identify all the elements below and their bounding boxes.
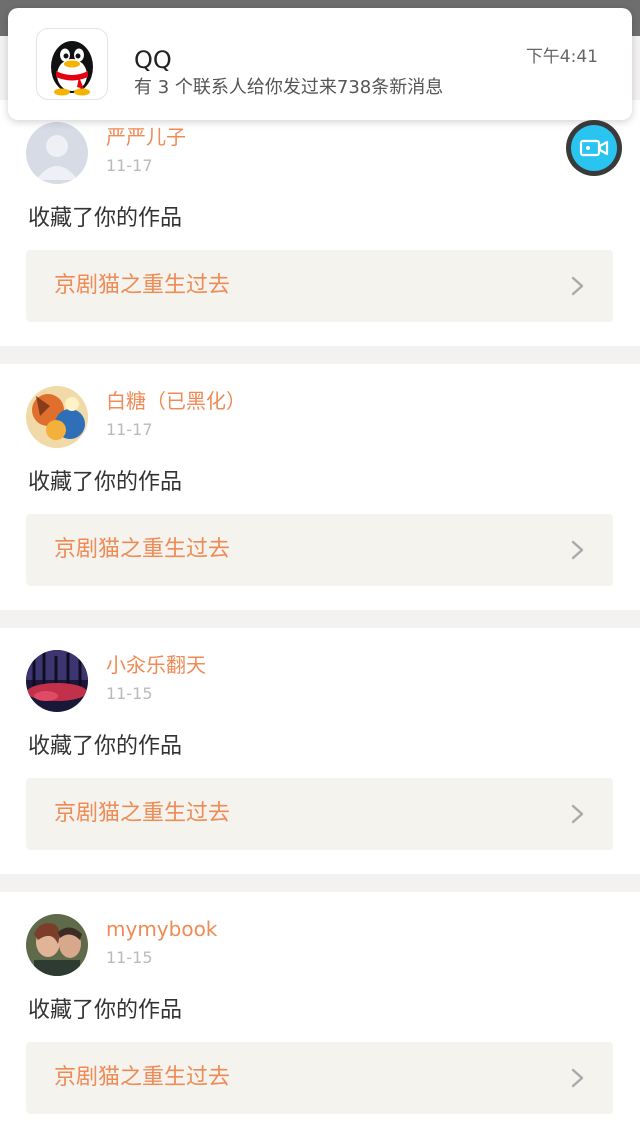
chevron-right-icon [571,540,584,560]
action-text: 收藏了你的作品 [28,206,183,231]
forest-avatar[interactable] [26,650,88,712]
feed-item: 严严儿子 11-17 收藏了你的作品 京剧猫之重生过去 [0,100,640,346]
user-name[interactable]: mymybook [106,916,217,942]
video-camera-icon [571,125,617,171]
action-text: 收藏了你的作品 [28,470,183,495]
post-date: 11-17 [106,420,153,439]
work-link[interactable]: 京剧猫之重生过去 [26,778,613,850]
action-text: 收藏了你的作品 [28,734,183,759]
work-link[interactable]: 京剧猫之重生过去 [26,1042,613,1114]
notification-app-name: QQ [134,46,172,74]
cartoon-avatar[interactable] [26,386,88,448]
qq-penguin-icon [36,28,108,100]
default-avatar-icon[interactable] [26,122,88,184]
work-link[interactable]: 京剧猫之重生过去 [26,514,613,586]
work-title: 京剧猫之重生过去 [54,1065,231,1090]
post-date: 11-15 [106,948,153,967]
notification-message: 有 3 个联系人给你发过来738条新消息 [134,77,444,98]
camera-button[interactable] [566,120,622,176]
user-name[interactable]: 小汆乐翻天 [106,652,206,678]
user-name[interactable]: 严严儿子 [106,124,186,150]
notification-time: 下午4:41 [525,47,598,67]
qq-notification[interactable]: QQ 有 3 个联系人给你发过来738条新消息 下午4:41 [8,8,632,120]
couple-photo-avatar[interactable] [26,914,88,976]
feed-item: mymybook 11-15 收藏了你的作品 京剧猫之重生过去 [0,892,640,1138]
work-link[interactable]: 京剧猫之重生过去 [26,250,613,322]
action-text: 收藏了你的作品 [28,998,183,1023]
user-name[interactable]: 白糖（已黑化） [106,388,246,414]
post-date: 11-17 [106,156,153,175]
chevron-right-icon [571,804,584,824]
chevron-right-icon [571,1068,584,1088]
chevron-right-icon [571,276,584,296]
feed-item: 白糖（已黑化） 11-17 收藏了你的作品 京剧猫之重生过去 [0,364,640,610]
work-title: 京剧猫之重生过去 [54,801,231,826]
post-date: 11-15 [106,684,153,703]
work-title: 京剧猫之重生过去 [54,273,231,298]
work-title: 京剧猫之重生过去 [54,537,231,562]
feed-item: 小汆乐翻天 11-15 收藏了你的作品 京剧猫之重生过去 [0,628,640,874]
